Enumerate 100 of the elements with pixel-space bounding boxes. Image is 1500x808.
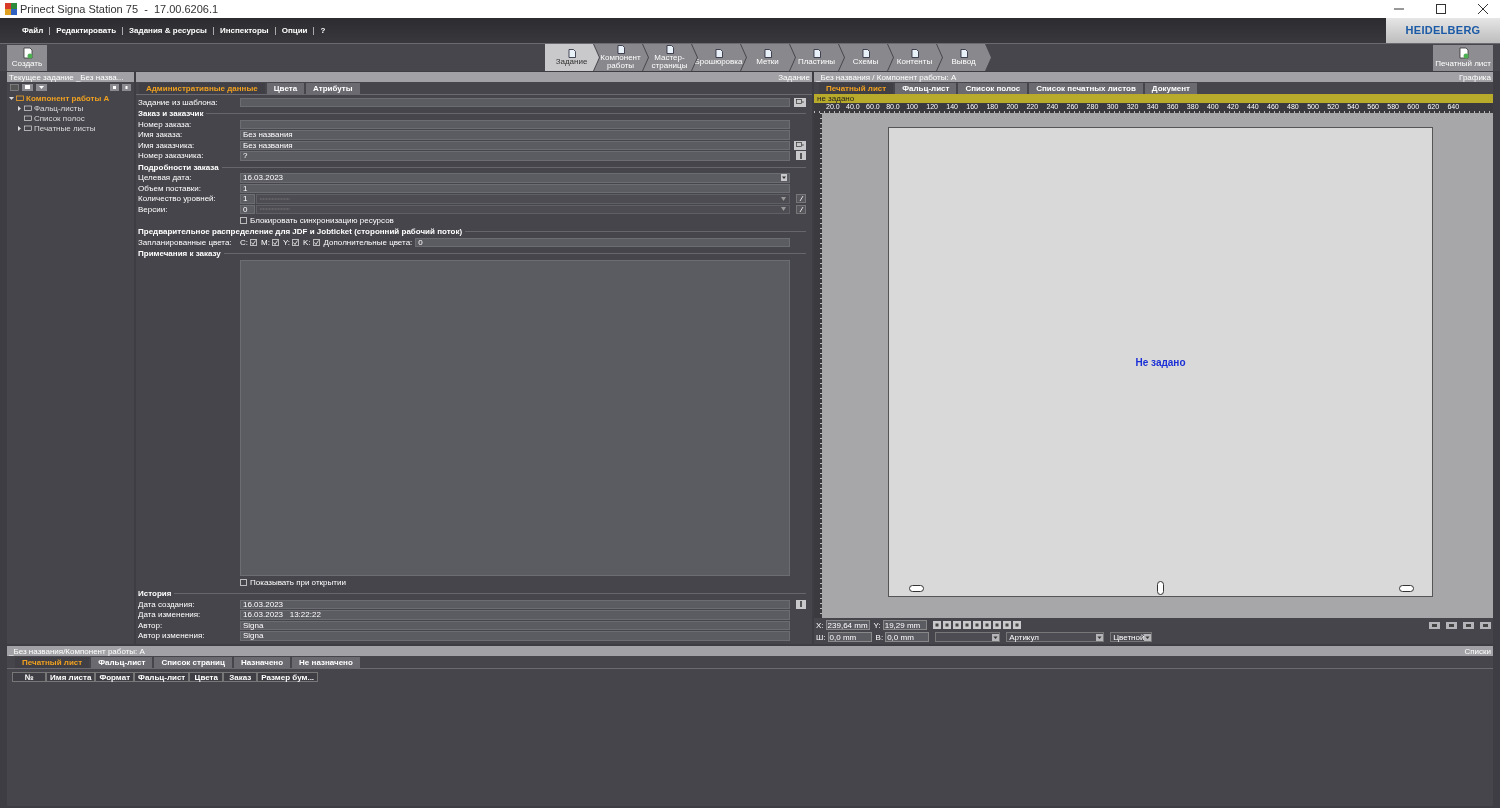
tab[interactable]: Печатный лист [819, 83, 894, 94]
text-field[interactable]: ? [240, 151, 790, 161]
column-header[interactable]: Размер бум... [257, 672, 319, 682]
workflow-step-tab[interactable]: Метки [741, 44, 795, 71]
edit-button[interactable] [796, 204, 806, 214]
page-icon [861, 49, 870, 58]
ink-label: Y: [282, 237, 290, 247]
text-field[interactable]: 16.03.2023 13:22:22 [240, 610, 790, 620]
field-label: X: [816, 620, 824, 630]
field-label: Имя заказа: [138, 130, 184, 140]
window-icon [796, 99, 804, 106]
panel-title: Текущее задание _Без назва... [9, 72, 124, 82]
tab[interactable]: Фальц-лист [91, 657, 153, 668]
text-field[interactable]: 16.03.2023 [240, 599, 790, 609]
caret-icon [992, 633, 1000, 641]
column-header[interactable]: Формат [95, 672, 135, 682]
column-header[interactable]: Заказ [223, 672, 258, 682]
tab[interactable]: Атрибуты [306, 83, 360, 94]
page-icon [910, 49, 919, 58]
field-label: Дополнительные цвета: [323, 237, 413, 247]
checkbox[interactable] [271, 238, 279, 246]
column-header[interactable]: Фальц-лист [134, 672, 190, 682]
menu-item[interactable]: Опции [281, 24, 308, 37]
dropdown-field[interactable] [256, 194, 790, 204]
dropdown[interactable]: Цветной [1110, 632, 1153, 642]
panel-title: Графика [1459, 72, 1491, 82]
text-field[interactable]: 1 [240, 183, 790, 193]
workflow-step-tab[interactable]: Контенты [888, 44, 942, 71]
info-button[interactable] [796, 599, 806, 609]
workflow-step-tab[interactable]: Пластины [790, 44, 844, 71]
close-icon [1478, 4, 1488, 14]
tab[interactable]: Список страниц [154, 657, 232, 668]
browse-button[interactable] [794, 97, 806, 107]
tab[interactable]: Цвета [266, 83, 305, 94]
workflow-step-tab[interactable]: Задание [545, 44, 599, 71]
tree-item[interactable]: Печатные листы [34, 123, 96, 133]
check-icon [251, 239, 256, 245]
new-page-icon [21, 47, 33, 59]
page-icon [714, 49, 723, 58]
maximize-icon [1436, 4, 1446, 14]
text-field[interactable]: Без названия [240, 140, 790, 150]
tab[interactable]: Административные данные [139, 83, 265, 94]
section-heading: Заказ и заказчик [138, 109, 204, 119]
panel-title: Списки [1464, 646, 1491, 656]
tab[interactable]: Список полос [958, 83, 1028, 94]
hole-mark [909, 585, 924, 592]
number-field[interactable]: 1 [240, 194, 255, 204]
tree-item[interactable]: Фальц-листы [34, 103, 84, 113]
y-coordinate-field[interactable]: 19,29 mm [882, 620, 927, 630]
caret-icon [781, 207, 786, 212]
tab[interactable]: Документ [1144, 83, 1197, 94]
column-header[interactable]: № [12, 672, 46, 682]
tree-item[interactable]: Компонент работы A [26, 93, 110, 103]
dropdown[interactable] [935, 632, 1001, 642]
height-field[interactable]: 0,0 mm [885, 632, 930, 642]
window-icon [10, 84, 19, 91]
column-header[interactable]: Цвета [189, 672, 224, 682]
text-field[interactable] [240, 97, 790, 107]
workflow-step-tab[interactable]: Вывод [937, 44, 991, 71]
checkbox[interactable] [240, 578, 247, 586]
column-header[interactable]: Имя листа [46, 672, 96, 682]
tree-item[interactable]: Список полос [34, 113, 85, 123]
check-icon [293, 239, 298, 245]
check-icon [272, 239, 278, 245]
text-field[interactable]: 0 [415, 237, 790, 247]
page-icon [567, 49, 576, 58]
edit-button[interactable] [796, 194, 806, 204]
browse-button[interactable] [794, 140, 806, 150]
tab[interactable]: Не назначено [292, 657, 360, 668]
tab[interactable]: Список печатных листов [1029, 83, 1143, 94]
checkbox[interactable] [250, 238, 257, 246]
workflow-step-tab[interactable]: Схемы [839, 44, 893, 71]
checkbox[interactable] [240, 216, 247, 224]
menu-item[interactable]: Файл [22, 24, 44, 37]
workflow-step-tab[interactable]: Брошюровка [692, 44, 746, 71]
tab[interactable]: Фальц-лист [895, 83, 957, 94]
menu-item[interactable]: Инспекторы [219, 24, 269, 37]
caret-icon [781, 196, 786, 201]
checkbox[interactable] [312, 238, 320, 246]
workflow-step-tab[interactable]: Компонент работы [594, 44, 648, 71]
tab[interactable]: Печатный лист [15, 657, 90, 668]
number-field[interactable]: 0 [240, 204, 255, 214]
text-field[interactable]: Signa [240, 620, 790, 630]
text-field[interactable] [240, 119, 790, 129]
checkbox[interactable] [292, 238, 299, 246]
menu-item[interactable]: ? [320, 24, 326, 37]
dropdown-field[interactable] [256, 204, 790, 214]
date-field[interactable]: 16.03.2023 [240, 173, 790, 183]
menu-item[interactable]: Задания & ресурсы [129, 24, 207, 37]
page-icon [763, 49, 772, 58]
field-label: Целевая дата: [138, 173, 193, 183]
tab[interactable]: Назначено [233, 657, 291, 668]
x-coordinate-field[interactable]: 239,64 mm [825, 620, 870, 630]
text-field[interactable]: Signa [240, 631, 790, 641]
info-button[interactable] [796, 151, 806, 161]
dropdown[interactable]: Артикул [1006, 632, 1105, 642]
menu-item[interactable]: Редактировать [56, 24, 117, 37]
text-field[interactable]: Без названия [240, 130, 790, 140]
field-label: Запланированные цвета: [138, 237, 233, 247]
width-field[interactable]: 0,0 mm [827, 632, 872, 642]
